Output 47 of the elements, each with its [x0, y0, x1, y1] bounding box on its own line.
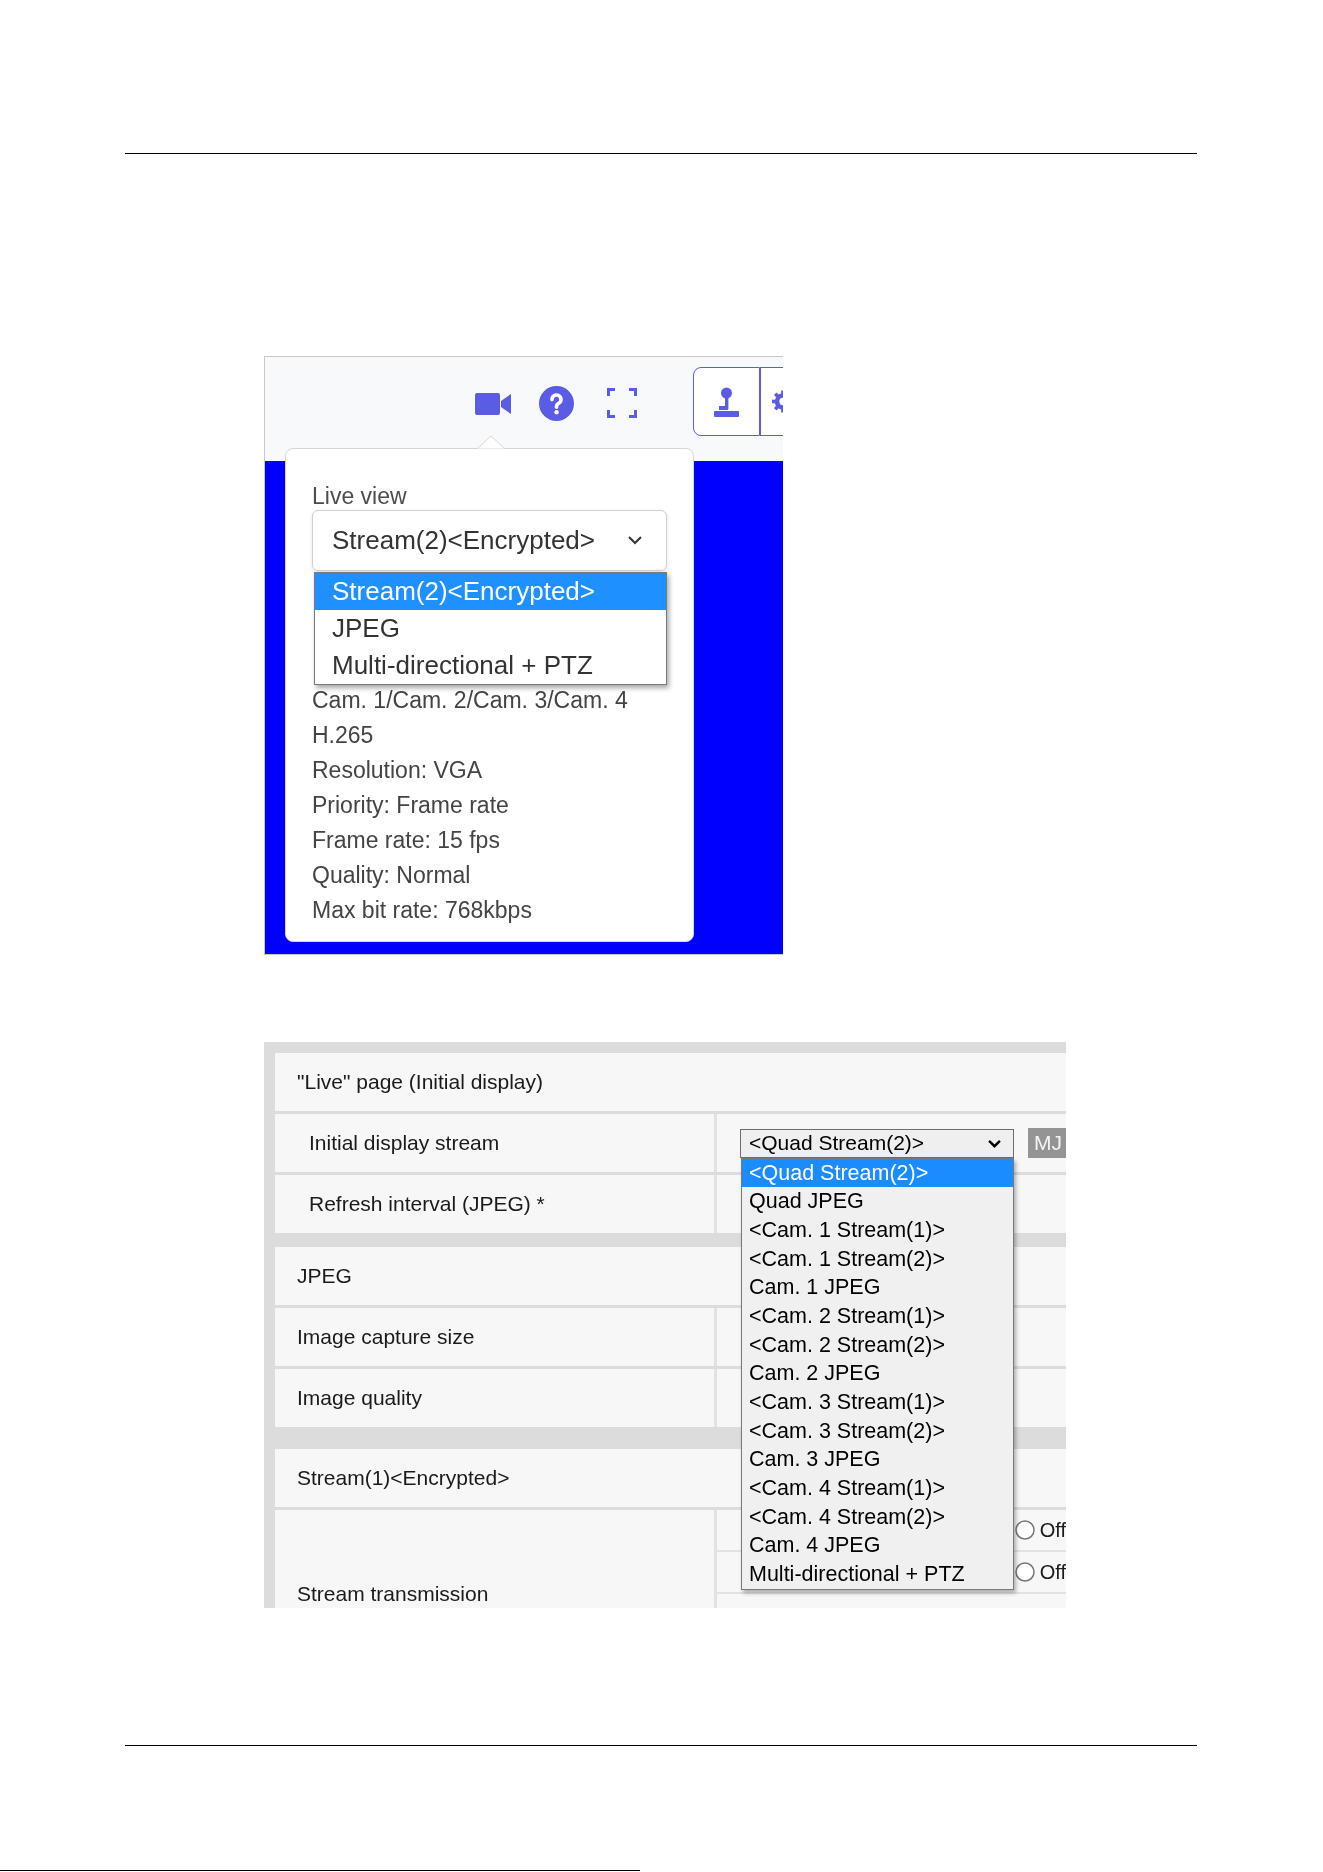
stream-detail: Cam. 1/Cam. 2/Cam. 3/Cam. 4 [312, 686, 629, 715]
radio-label[interactable]: Off [1039, 1518, 1066, 1542]
stream-select[interactable]: <Quad Stream(2)> [740, 1128, 1014, 1158]
radio-label[interactable]: Off [1039, 1560, 1066, 1584]
section-title: JPEG [297, 1264, 352, 1288]
chevron-icon [988, 1138, 1001, 1148]
field-label: Live view [312, 482, 408, 510]
stream-detail: Priority: Frame rate [312, 791, 510, 820]
help-icon[interactable] [539, 385, 574, 421]
stream-detail: H.265 [312, 721, 375, 750]
settings-button[interactable] [760, 367, 783, 436]
chevron-icon [628, 536, 642, 545]
dropdown-option[interactable]: <Cam. 2 Stream(1)> [742, 1301, 1013, 1331]
stream-detail: Quality: Normal [312, 861, 472, 890]
dropdown-option[interactable]: <Cam. 3 Stream(1)> [742, 1388, 1013, 1417]
dropdown-option[interactable]: <Cam. 2 Stream(2)> [742, 1330, 1013, 1360]
dropdown-option[interactable]: <Cam. 1 Stream(2)> [742, 1244, 1013, 1274]
dropdown-option[interactable]: Multi-directional + PTZ [742, 1560, 1013, 1589]
stream-detail: Frame rate: 15 fps [312, 826, 501, 855]
row-label: Image quality [296, 1385, 423, 1411]
dropdown-option[interactable]: Multi-directional + PTZ [315, 647, 666, 684]
row-label: Image capture size [296, 1324, 476, 1350]
dropdown-option[interactable]: <Cam. 4 Stream(1)> [742, 1474, 1013, 1503]
dropdown-option[interactable]: <Cam. 3 Stream(2)> [742, 1416, 1013, 1446]
dropdown-option[interactable]: Cam. 2 JPEG [742, 1359, 1013, 1388]
radio-button[interactable] [1014, 1562, 1035, 1582]
row-label: Initial display stream [308, 1130, 501, 1156]
dropdown-option[interactable]: Cam. 1 JPEG [742, 1273, 1013, 1302]
joystick-button[interactable] [693, 367, 760, 436]
radio-button[interactable] [1014, 1520, 1035, 1540]
row-label: Stream transmission [296, 1581, 490, 1607]
dropdown-option[interactable]: Cam. 3 JPEG [742, 1445, 1013, 1475]
section-title: "Live" page (Initial display) [297, 1070, 544, 1094]
stream-select[interactable]: Stream(2)<Encrypted> [312, 510, 667, 571]
gear-icon [772, 390, 783, 413]
video-camera-icon[interactable] [475, 392, 511, 416]
dropdown-option[interactable]: <Cam. 4 Stream(2)> [742, 1502, 1013, 1532]
joystick-icon [713, 386, 740, 417]
stream-detail: Resolution: VGA [312, 756, 484, 785]
fullscreen-icon[interactable] [607, 388, 637, 418]
dropdown-option[interactable]: JPEG [315, 610, 666, 647]
dropdown-option[interactable]: <Cam. 1 Stream(1)> [742, 1215, 1013, 1245]
section-title: Stream(1)<Encrypted> [297, 1466, 510, 1490]
dropdown-option[interactable]: Cam. 4 JPEG [742, 1531, 1013, 1561]
dropdown-option[interactable]: Quad JPEG [742, 1187, 1013, 1216]
stream-detail: Max bit rate: 768kbps [312, 896, 533, 925]
row-label: Refresh interval (JPEG) * [308, 1191, 546, 1217]
